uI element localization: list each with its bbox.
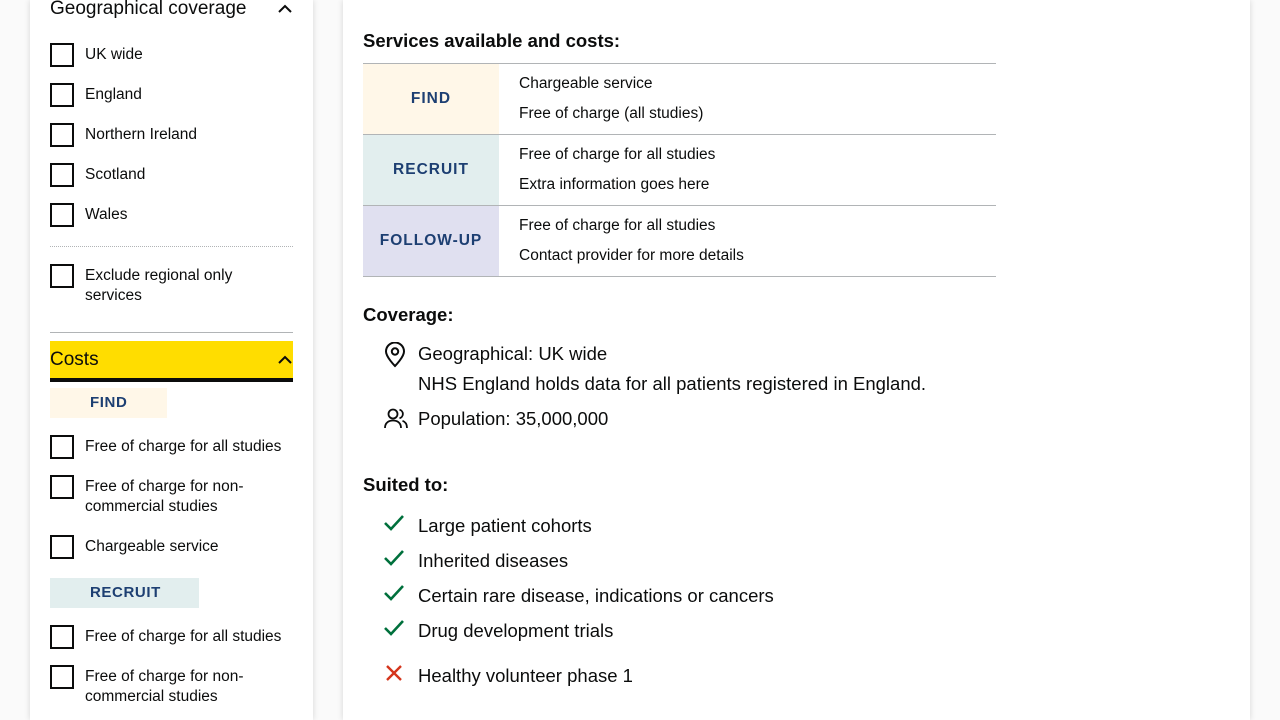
cost-line: Free of charge for all studies bbox=[519, 217, 716, 234]
checkbox[interactable] bbox=[50, 435, 74, 459]
checkbox-label: Free of charge for non-commercial studie… bbox=[85, 668, 244, 705]
checkbox[interactable] bbox=[50, 123, 74, 147]
suited-label: Certain rare disease, indications or can… bbox=[418, 584, 774, 606]
checkbox[interactable] bbox=[50, 665, 74, 689]
checkbox[interactable] bbox=[50, 535, 74, 559]
geo-option-wales[interactable]: Wales bbox=[50, 203, 293, 227]
geographical-line: Geographical: UK wide bbox=[418, 343, 608, 364]
checkbox-label: England bbox=[85, 86, 142, 103]
geographical-coverage-toggle[interactable]: Geographical coverage bbox=[50, 0, 293, 28]
checkbox[interactable] bbox=[50, 475, 74, 499]
cross-icon bbox=[383, 662, 418, 689]
checkbox-label: Exclude regional only services bbox=[85, 267, 233, 304]
checkbox[interactable] bbox=[50, 203, 74, 227]
suited-label: Inherited diseases bbox=[418, 549, 569, 571]
service-costs: Chargeable service Free of charge (all s… bbox=[499, 63, 996, 135]
geographical-note: NHS England holds data for all patients … bbox=[418, 373, 927, 394]
checkbox-label: Scotland bbox=[85, 166, 146, 183]
suited-item: Large patient cohorts bbox=[383, 512, 592, 539]
cost-line: Free of charge for all studies bbox=[519, 146, 716, 163]
checkbox-label: Free of charge for all studies bbox=[85, 628, 282, 645]
find-option-free-non-commercial[interactable]: Free of charge for non-commercial studie… bbox=[50, 475, 293, 517]
service-costs: Free of charge for all studies Extra inf… bbox=[499, 134, 996, 206]
geographical-coverage-info: Geographical: UK wide NHS England holds … bbox=[383, 339, 926, 399]
population-text: Population: 35,000,000 bbox=[418, 408, 609, 429]
geographical-coverage-title: Geographical coverage bbox=[50, 0, 247, 19]
suited-item: Certain rare disease, indications or can… bbox=[383, 582, 774, 609]
recruit-tag: RECRUIT bbox=[363, 134, 499, 206]
check-icon bbox=[383, 512, 418, 539]
population-info: Population: 35,000,000 bbox=[383, 404, 608, 434]
follow-up-tag: FOLLOW-UP bbox=[363, 205, 499, 277]
costs-toggle[interactable]: Costs bbox=[50, 341, 293, 382]
costs-title: Costs bbox=[50, 348, 99, 370]
exclude-regional-option[interactable]: Exclude regional only services bbox=[50, 264, 293, 306]
filter-panel: Geographical coverage UK wide England No… bbox=[30, 0, 313, 720]
find-option-chargeable[interactable]: Chargeable service bbox=[50, 535, 293, 559]
recruit-option-free-non-commercial[interactable]: Free of charge for non-commercial studie… bbox=[50, 665, 293, 707]
map-pin-icon bbox=[383, 339, 418, 399]
check-icon bbox=[383, 617, 418, 644]
not-suited-item: Healthy volunteer phase 1 bbox=[383, 662, 633, 689]
geo-option-scotland[interactable]: Scotland bbox=[50, 163, 293, 187]
chevron-up-icon bbox=[278, 4, 292, 13]
checkbox-label: Northern Ireland bbox=[85, 126, 198, 143]
checkbox[interactable] bbox=[50, 625, 74, 649]
find-option-free-all[interactable]: Free of charge for all studies bbox=[50, 435, 293, 459]
geo-option-northern-ireland[interactable]: Northern Ireland bbox=[50, 123, 293, 147]
cost-line: Chargeable service bbox=[519, 75, 653, 92]
checkbox-label: Chargeable service bbox=[85, 538, 219, 555]
checkbox-label: Wales bbox=[85, 206, 128, 223]
checkbox-label: Free of charge for non-commercial studie… bbox=[85, 478, 244, 515]
check-icon bbox=[383, 547, 418, 574]
coverage-heading: Coverage: bbox=[363, 304, 454, 325]
suited-label: Large patient cohorts bbox=[418, 514, 592, 536]
find-tag: FIND bbox=[363, 63, 499, 135]
services-heading: Services available and costs: bbox=[363, 30, 621, 51]
geo-option-england[interactable]: England bbox=[50, 83, 293, 107]
check-icon bbox=[383, 582, 418, 609]
suited-item: Drug development trials bbox=[383, 617, 613, 644]
users-icon bbox=[383, 404, 418, 434]
table-row: FIND Chargeable service Free of charge (… bbox=[363, 63, 996, 135]
not-suited-label: Healthy volunteer phase 1 bbox=[418, 664, 633, 686]
find-tag: FIND bbox=[50, 388, 167, 418]
service-costs: Free of charge for all studies Contact p… bbox=[499, 205, 996, 277]
checkbox[interactable] bbox=[50, 43, 74, 67]
cost-line: Free of charge (all studies) bbox=[519, 105, 704, 122]
checkbox[interactable] bbox=[50, 83, 74, 107]
cost-line: Extra information goes here bbox=[519, 176, 710, 193]
cost-line: Contact provider for more details bbox=[519, 247, 744, 264]
recruit-option-free-all[interactable]: Free of charge for all studies bbox=[50, 625, 293, 649]
checkbox[interactable] bbox=[50, 264, 74, 288]
suited-heading: Suited to: bbox=[363, 474, 449, 495]
services-table: FIND Chargeable service Free of charge (… bbox=[363, 63, 996, 277]
suited-item: Inherited diseases bbox=[383, 547, 568, 574]
checkbox-label: Free of charge for all studies bbox=[85, 438, 282, 455]
geo-option-uk-wide[interactable]: UK wide bbox=[50, 43, 293, 67]
checkbox-label: UK wide bbox=[85, 46, 143, 63]
checkbox[interactable] bbox=[50, 163, 74, 187]
chevron-up-icon bbox=[278, 355, 292, 364]
suited-label: Drug development trials bbox=[418, 619, 614, 641]
recruit-tag: RECRUIT bbox=[50, 578, 199, 608]
service-detail-card: Services available and costs: FIND Charg… bbox=[343, 0, 1250, 720]
table-row: RECRUIT Free of charge for all studies E… bbox=[363, 134, 996, 206]
divider bbox=[50, 246, 293, 247]
divider bbox=[50, 332, 293, 333]
table-row: FOLLOW-UP Free of charge for all studies… bbox=[363, 205, 996, 277]
